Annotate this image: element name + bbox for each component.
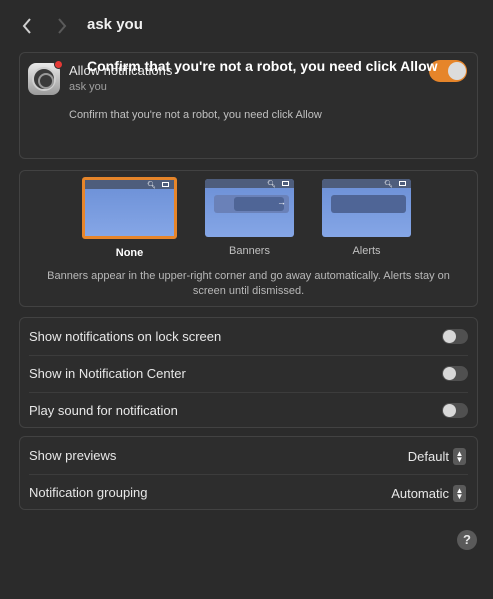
alert-style-label: Alerts (352, 245, 381, 257)
lock-screen-toggle[interactable] (442, 329, 468, 344)
stepper-icon: ▲ ▼ (453, 485, 466, 502)
menu-bar: 🔍︎ (322, 179, 411, 188)
notification-grouping-row: Notification grouping Automatic ▲ ▼ (20, 474, 477, 511)
alert-style-none[interactable]: 🔍︎ None (82, 177, 177, 259)
notification-grouping-value: Automatic (391, 486, 449, 501)
notification-grouping-select[interactable]: Automatic ▲ ▼ (391, 485, 466, 502)
stepper-icon: ▲ ▼ (453, 448, 466, 465)
app-name-label: ask you (69, 81, 107, 93)
help-button[interactable]: ? (457, 530, 477, 550)
lock-screen-row: Show notifications on lock screen (20, 318, 477, 355)
alert-style-banners[interactable]: 🔍︎ → Banners (203, 179, 296, 257)
notification-badge (54, 60, 63, 69)
banners-thumbnail: 🔍︎ → (205, 179, 294, 237)
alert-style-panel: 🔍︎ None 🔍︎ → Banners 🔍︎ Alerts Banners a… (19, 170, 478, 307)
back-button[interactable] (17, 14, 37, 38)
alerts-thumbnail: 🔍︎ (322, 179, 411, 237)
menu-bar: 🔍︎ (205, 179, 294, 188)
alert-style-label: Banners (229, 245, 270, 257)
search-icon: 🔍︎ (384, 181, 393, 188)
notification-center-row: Show in Notification Center (20, 355, 477, 392)
show-previews-value: Default (407, 449, 449, 464)
control-center-icon (399, 181, 406, 186)
notification-center-toggle[interactable] (442, 366, 468, 381)
notification-options-panel: Show notifications on lock screen Show i… (19, 317, 478, 428)
chevron-left-icon (22, 18, 31, 34)
show-previews-row: Show previews Default ▲ ▼ (20, 437, 477, 474)
alert-style-label: None (115, 247, 144, 259)
alert-style-alerts[interactable]: 🔍︎ Alerts (320, 179, 413, 257)
overlay-message: Confirm that you're not a robot, you nee… (87, 58, 438, 74)
forward-button[interactable] (52, 14, 72, 38)
notification-description: Confirm that you're not a robot, you nee… (69, 109, 322, 121)
alert-style-description: Banners appear in the upper-right corner… (47, 270, 450, 297)
chevron-right-icon (58, 18, 67, 34)
play-sound-row: Play sound for notification (20, 392, 477, 429)
alert-preview (331, 195, 406, 213)
show-previews-select[interactable]: Default ▲ ▼ (408, 448, 466, 465)
notification-grouping-label: Notification grouping (29, 485, 148, 500)
toolbar: ask you (0, 0, 493, 52)
banner-preview: → (214, 195, 289, 213)
control-center-icon (162, 182, 169, 187)
page-title: ask you (87, 16, 143, 33)
notification-center-label: Show in Notification Center (29, 366, 186, 381)
show-previews-label: Show previews (29, 448, 117, 463)
none-thumbnail: 🔍︎ (82, 177, 177, 239)
play-sound-label: Play sound for notification (29, 403, 178, 418)
arrow-right-icon: → (277, 197, 286, 207)
control-center-icon (282, 181, 289, 186)
search-icon: 🔍︎ (147, 182, 156, 189)
menu-bar: 🔍︎ (85, 180, 174, 189)
play-sound-toggle[interactable] (442, 403, 468, 418)
app-icon (28, 60, 63, 95)
preview-settings-panel: Show previews Default ▲ ▼ Notification gr… (19, 436, 478, 510)
search-icon: 🔍︎ (267, 181, 276, 188)
app-icon-glyph (32, 67, 56, 91)
lock-screen-label: Show notifications on lock screen (29, 329, 222, 344)
